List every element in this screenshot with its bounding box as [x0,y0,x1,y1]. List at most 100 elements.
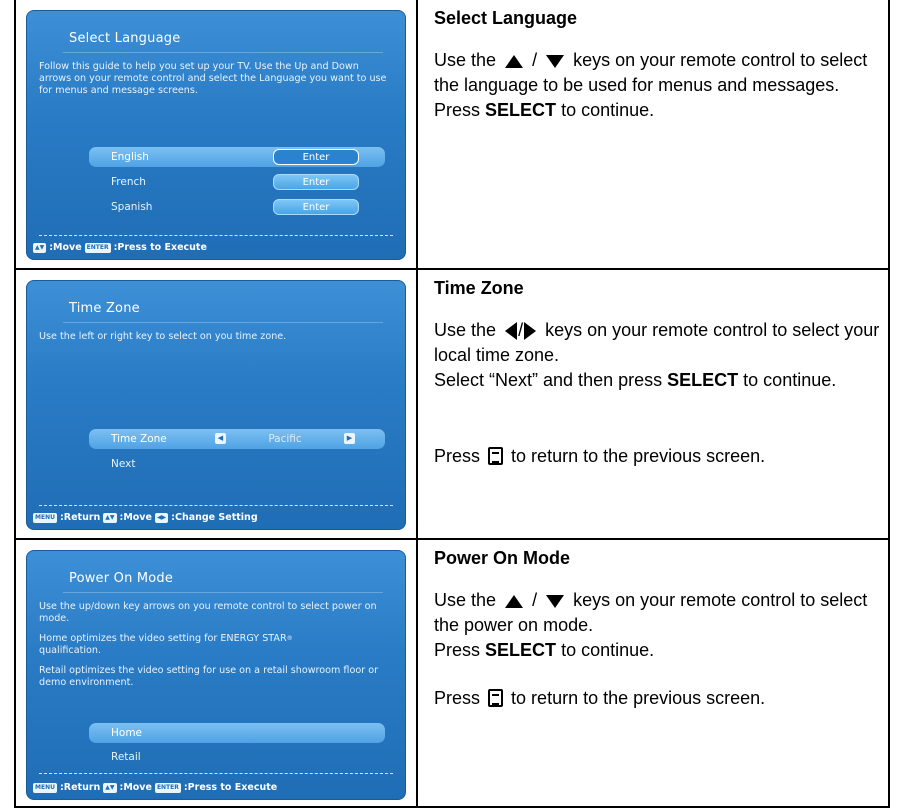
power-option-retail[interactable]: Retail [89,747,385,767]
text-fragment: Press [434,446,481,466]
key-hint-bar: MENU :Return ▲▼ :Move ENTER :Press to Ex… [33,782,277,793]
enter-key-icon: ENTER [84,242,111,253]
text-fragment: keys on your remote control to select th… [434,590,868,635]
option-label: Home [111,727,143,739]
menu-key-icon [488,447,504,465]
title-rule [63,52,383,53]
language-option-english[interactable]: English Enter [89,147,385,167]
text-fragment: to continue. [561,100,655,120]
tv-screen-select-language: Select Language Follow this guide to hel… [26,10,406,260]
text-fragment: Press [434,640,481,660]
screen-description: Use the up/down key arrows on you remote… [39,601,393,697]
option-label: Retail [111,751,141,763]
screen-title: Time Zone [69,301,140,316]
menu-key-icon: MENU [33,512,57,523]
section-heading: Power On Mode [434,548,571,568]
description-text: Use the left or right key to select on y… [39,331,287,342]
power-option-home[interactable]: Home [89,723,385,743]
time-zone-row[interactable]: Time Zone ◀ Pacific ▶ [89,429,385,449]
up-arrow-icon [505,594,524,608]
instruction-paragraph: Use the / keys on your remote control to… [434,588,886,663]
title-rule [63,592,383,593]
screen-title: Power On Mode [69,571,174,586]
language-option-spanish[interactable]: Spanish Enter [89,197,385,217]
enter-button[interactable]: Enter [273,149,359,165]
down-arrow-icon [546,594,565,608]
text-fragment: keys on your remote control to select th… [434,50,868,95]
language-option-french[interactable]: French Enter [89,172,385,192]
screen-description: Use the left or right key to select on y… [39,331,393,351]
hint-change-setting: :Change Setting [171,512,258,523]
up-down-key-icon: ▲▼ [33,242,47,253]
section-heading: Select Language [434,8,578,28]
registered-mark: ® [286,635,293,642]
dashed-divider [39,505,393,506]
column-divider [416,540,418,806]
up-arrow-icon [505,54,524,68]
text-fragment: / [532,50,538,70]
title-rule [63,322,383,323]
text-fragment: / [518,320,524,340]
left-arrow-icon[interactable]: ◀ [215,433,226,444]
instruction-paragraph-return: Press to return to the previous screen. [434,444,886,469]
text-fragment: Use the [434,320,497,340]
menu-key-icon: MENU [33,782,57,793]
tv-screen-power-on-mode: Power On Mode Use the up/down key arrows… [26,550,406,800]
text-fragment: Press [434,100,481,120]
text-fragment: to return to the previous screen. [511,446,766,466]
text-fragment: Select “Next” and then press [434,370,663,390]
hint-move: :Move [49,242,82,253]
down-arrow-icon [546,54,565,68]
enter-key-icon: ENTER [154,782,181,793]
dashed-divider [39,235,393,236]
hint-execute: :Press to Execute [113,242,207,253]
column-divider [416,270,418,538]
option-label: English [111,151,149,163]
screen-title: Select Language [69,31,181,46]
select-key-name: SELECT [485,640,557,660]
left-arrow-icon [505,322,518,341]
text-fragment: Use the [434,50,497,70]
section-power-on-mode: Power On Mode Use the up/down key arrows… [16,540,888,808]
up-down-key-icon: ▲▼ [103,782,117,793]
hint-execute: :Press to Execute [183,782,278,793]
time-zone-selector[interactable]: ◀ Pacific ▶ [215,429,355,449]
hint-move: :Move [119,782,152,793]
left-right-key-icon: ◀▶ [154,512,169,523]
section-time-zone: Time Zone Use the left or right key to s… [16,270,888,540]
manual-table: Select Language Follow this guide to hel… [14,0,890,808]
enter-button[interactable]: Enter [273,174,359,190]
dashed-divider [39,773,393,774]
key-hint-bar: ▲▼ :Move ENTER :Press to Execute [33,242,207,253]
right-arrow-icon [524,322,537,341]
column-divider [416,0,418,268]
description-text: Follow this guide to help you set up you… [39,61,387,96]
enter-button[interactable]: Enter [273,199,359,215]
description-text: Use the up/down key arrows on you remote… [39,601,377,624]
hint-return: :Return [59,512,101,523]
right-arrow-icon[interactable]: ▶ [344,433,355,444]
text-fragment: keys on your remote control to select yo… [434,320,880,365]
option-label: Next [111,458,136,470]
option-label: Time Zone [111,433,167,445]
text-fragment: / [532,590,538,610]
text-fragment: to continue. [561,640,655,660]
time-zone-value: Pacific [268,433,302,445]
description-text: Retail optimizes the video setting for u… [39,665,379,688]
section-select-language: Select Language Follow this guide to hel… [16,0,888,270]
tv-screen-time-zone: Time Zone Use the left or right key to s… [26,280,406,530]
option-label: French [111,176,146,188]
key-hint-bar: MENU :Return ▲▼ :Move ◀▶ :Change Setting [33,512,258,523]
text-fragment: qualification. [39,645,102,656]
up-down-key-icon: ▲▼ [103,512,117,523]
hint-return: :Return [59,782,101,793]
text-fragment: Use the [434,590,497,610]
description-text-energy-star: Home optimizes the video setting for ENE… [39,633,393,657]
next-option[interactable]: Next [89,454,385,474]
text-fragment: Press [434,688,481,708]
text-fragment: Home optimizes the video setting for ENE… [39,633,287,644]
screen-description: Follow this guide to help you set up you… [39,61,393,105]
text-fragment: to continue. [743,370,837,390]
section-heading: Time Zone [434,278,524,298]
hint-move: :Move [119,512,152,523]
